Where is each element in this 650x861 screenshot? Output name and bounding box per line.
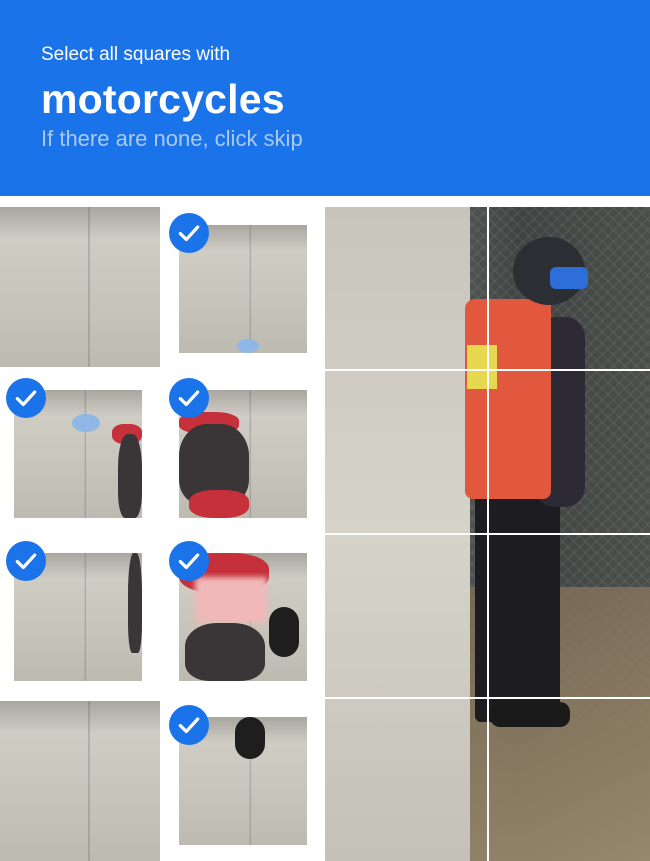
target-object-text: motorcycles (41, 76, 285, 122)
image-tile-r2c1[interactable] (0, 372, 160, 532)
grid-divider (325, 369, 650, 371)
image-tile-r4c1[interactable] (0, 701, 160, 861)
image-tile-r3c3[interactable] (325, 535, 487, 697)
image-tile-r1c1[interactable] (0, 207, 160, 367)
instruction-text: Select all squares with (41, 44, 231, 65)
checkmark-icon (169, 541, 209, 581)
checkmark-icon (6, 378, 46, 418)
grid-divider (325, 697, 650, 699)
image-tile-r1c2[interactable] (165, 207, 325, 367)
grid-divider (325, 533, 650, 535)
image-tile-r4c3[interactable] (325, 699, 487, 861)
image-tile-r4c4[interactable] (489, 699, 650, 861)
checkmark-icon (169, 378, 209, 418)
image-tile-r2c4[interactable] (489, 371, 650, 533)
image-tile-r3c2[interactable] (165, 537, 325, 697)
image-tile-r2c2[interactable] (165, 372, 325, 532)
checkmark-icon (169, 213, 209, 253)
checkmark-icon (169, 705, 209, 745)
image-tile-r1c3[interactable] (325, 207, 487, 369)
image-tile-r3c1[interactable] (0, 537, 160, 697)
image-tile-r3c4[interactable] (489, 535, 650, 697)
image-tile-r2c3[interactable] (325, 371, 487, 533)
checkmark-icon (6, 541, 46, 581)
challenge-header: Select all squares with motorcycles If t… (0, 0, 650, 196)
image-tile-r1c4[interactable] (489, 207, 650, 369)
skip-hint-text: If there are none, click skip (41, 126, 303, 151)
image-tile-r4c2[interactable] (165, 701, 325, 861)
